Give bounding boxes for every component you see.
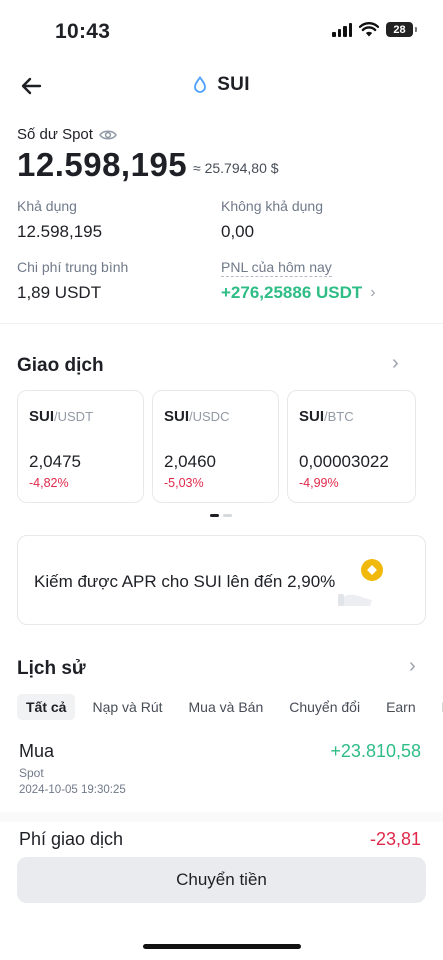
pair-quote: /USDC	[189, 409, 230, 424]
history-filter-tabs: Tất cả Nạp và Rút Mua và Bán Chuyển đổi …	[17, 694, 443, 720]
trade-more-chevron-icon[interactable]: ›	[392, 352, 399, 375]
header: SUI	[0, 74, 443, 96]
pair-quote: /USDT	[54, 409, 94, 424]
pnl-value: +276,25886 USDT	[221, 283, 363, 302]
pnl-row[interactable]: +276,25886 USDT ›	[221, 283, 376, 303]
battery-icon: 28	[386, 22, 417, 37]
carousel-indicator	[210, 514, 232, 517]
unavailable-value: 0,00	[221, 222, 255, 241]
history-entry-type[interactable]: Mua	[19, 741, 54, 762]
filter-tab-more[interactable]: P	[433, 694, 443, 720]
avg-cost-label: Chi phí trung bình	[17, 259, 129, 275]
pair-change: -5,03%	[164, 476, 204, 490]
home-indicator[interactable]	[143, 944, 301, 949]
trade-pair-card[interactable]: SUI/BTC 0,00003022 -4,99%	[287, 390, 416, 503]
filter-tab-convert[interactable]: Chuyển đổi	[280, 694, 369, 720]
wifi-icon	[359, 22, 379, 37]
trade-pair-card[interactable]: SUI/USDC 2,0460 -5,03%	[152, 390, 279, 503]
page-title: SUI	[217, 74, 250, 95]
fee-amount: -23,81	[369, 829, 421, 849]
trade-pair-card[interactable]: SUI/USDT 2,0475 -4,82%	[17, 390, 144, 503]
history-section-title: Lịch sử	[17, 658, 86, 679]
pnl-label[interactable]: PNL của hôm nay	[221, 259, 332, 277]
sui-logo-icon	[194, 76, 207, 93]
fee-label: Phí giao dịch	[19, 829, 124, 849]
pair-price: 2,0475	[29, 452, 81, 471]
pair-base: SUI	[164, 408, 190, 425]
balance-fiat: ≈ 25.794,80 $	[193, 160, 279, 176]
filter-tab-earn[interactable]: Earn	[377, 694, 425, 720]
filter-tab-deposit-withdraw[interactable]: Nạp và Rút	[83, 694, 171, 720]
filter-tab-buy-sell[interactable]: Mua và Bán	[180, 694, 273, 720]
pair-base: SUI	[29, 408, 55, 425]
pair-quote: /BTC	[324, 409, 354, 424]
trade-section-title: Giao dịch	[17, 355, 104, 376]
pair-price: 0,00003022	[299, 452, 389, 471]
pair-price: 2,0460	[164, 452, 216, 471]
balance-amount: 12.598,195	[17, 146, 188, 183]
divider	[0, 323, 443, 324]
chevron-right-icon: ›	[370, 284, 376, 301]
history-entry-account: Spot	[19, 766, 44, 780]
status-icons: 28	[332, 22, 417, 37]
battery-level: 28	[393, 23, 406, 36]
filter-tab-all[interactable]: Tất cả	[17, 694, 76, 720]
history-entry-amount: +23.810,58	[330, 741, 421, 761]
divider	[0, 812, 443, 822]
earn-coin-icon	[338, 559, 383, 606]
promo-text: Kiếm được APR cho SUI lên đến 2,90%	[34, 572, 336, 591]
status-time: 10:43	[55, 20, 111, 43]
balance-label-row: Số dư Spot	[17, 126, 117, 143]
earn-promo-banner[interactable]: Kiếm được APR cho SUI lên đến 2,90%	[17, 535, 426, 625]
pair-change: -4,82%	[29, 476, 69, 490]
pair-base: SUI	[299, 408, 325, 425]
cellular-signal-icon	[332, 22, 352, 37]
transfer-button[interactable]: Chuyển tiền	[17, 857, 426, 903]
pair-change: -4,99%	[299, 476, 339, 490]
available-label: Khả dụng	[17, 198, 77, 214]
eye-icon[interactable]	[99, 129, 117, 141]
avg-cost-value: 1,89 USDT	[17, 283, 102, 302]
balance-label: Số dư Spot	[17, 126, 93, 143]
history-more-chevron-icon[interactable]: ›	[409, 655, 416, 678]
history-entry-datetime: 2024-10-05 19:30:25	[19, 784, 126, 796]
unavailable-label: Không khả dụng	[221, 198, 323, 214]
available-value: 12.598,195	[17, 222, 103, 241]
